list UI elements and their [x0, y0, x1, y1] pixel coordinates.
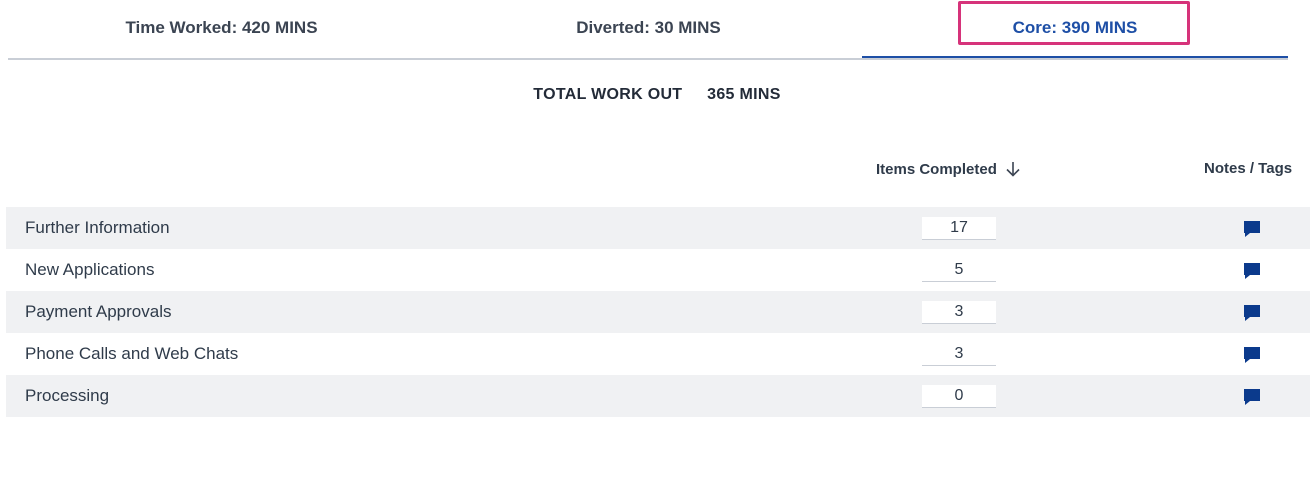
items-count-field[interactable]: 3 [922, 300, 996, 324]
column-header-items-completed[interactable]: Items Completed [876, 160, 1021, 178]
table-row: New Applications 5 [6, 249, 1310, 291]
table-row: Further Information 17 [6, 207, 1310, 249]
row-label: Further Information [25, 218, 170, 237]
comment-icon[interactable] [1242, 261, 1262, 281]
items-table: Further Information 17 New Applications … [6, 207, 1310, 417]
highlight-box [958, 1, 1190, 45]
arrow-down-icon[interactable] [1005, 160, 1021, 178]
table-row: Phone Calls and Web Chats 3 [6, 333, 1310, 375]
comment-icon[interactable] [1242, 303, 1262, 323]
row-label: Payment Approvals [25, 302, 172, 321]
comment-icon[interactable] [1242, 387, 1262, 407]
table-row: Processing 0 [6, 375, 1310, 417]
tab-diverted[interactable]: Diverted: 30 MINS [435, 0, 862, 56]
total-value: 365 [707, 86, 735, 103]
total-unit: MINS [739, 86, 781, 103]
comment-icon[interactable] [1242, 219, 1262, 239]
table-row: Payment Approvals 3 [6, 291, 1310, 333]
total-work-out: TOTAL WORK OUT 365 MINS [0, 86, 1314, 104]
row-label: Processing [25, 386, 110, 405]
row-label: Phone Calls and Web Chats [25, 344, 239, 363]
row-label: New Applications [25, 260, 155, 279]
items-count-field[interactable]: 3 [922, 342, 996, 366]
items-count-field[interactable]: 17 [922, 216, 996, 240]
items-count-field[interactable]: 0 [922, 384, 996, 408]
column-header-notes-tags: Notes / Tags [1204, 160, 1293, 177]
items-count-field[interactable]: 5 [922, 258, 996, 282]
tab-time-worked[interactable]: Time Worked: 420 MINS [8, 0, 435, 56]
comment-icon[interactable] [1242, 345, 1262, 365]
total-label: TOTAL WORK OUT [533, 86, 683, 103]
column-header-items-label: Items Completed [876, 160, 997, 178]
